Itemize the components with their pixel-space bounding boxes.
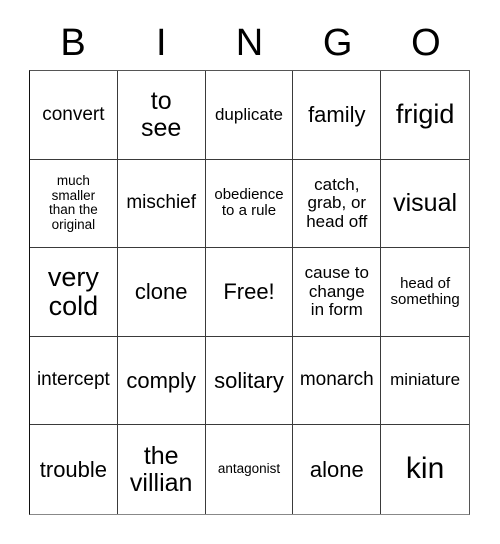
bingo-cell-text: antagonist — [217, 461, 281, 477]
bingo-header-letter-n: N — [235, 22, 264, 64]
bingo-card: B I N G O convert to see duplicate famil… — [0, 0, 500, 544]
bingo-header-letter-b: B — [60, 22, 86, 64]
bingo-cell-text: trouble — [39, 456, 108, 482]
bingo-cell[interactable]: obedience to a rule — [205, 159, 294, 249]
bingo-cell-text: obedience to a rule — [214, 186, 284, 220]
bingo-cell[interactable]: duplicate — [205, 71, 294, 160]
bingo-cell-text: comply — [126, 367, 197, 393]
bingo-cell-text: much smaller than the original — [49, 173, 98, 232]
bingo-cell[interactable]: to see — [117, 71, 206, 160]
bingo-cell[interactable]: clone — [117, 248, 206, 337]
bingo-cell-text: very cold — [47, 261, 99, 321]
bingo-cell-text: kin — [405, 452, 445, 486]
bingo-cell-text: catch, grab, or head off — [306, 174, 368, 231]
bingo-cell[interactable]: mischief — [117, 159, 206, 249]
bingo-cell[interactable]: antagonist — [205, 425, 294, 514]
bingo-cell[interactable]: trouble — [30, 425, 118, 514]
bingo-cell[interactable]: the villian — [117, 425, 206, 514]
bingo-cell-text: visual — [393, 188, 458, 217]
bingo-cell[interactable]: convert — [30, 71, 118, 160]
bingo-cell[interactable]: much smaller than the original — [30, 159, 118, 249]
bingo-cell-text: alone — [309, 456, 364, 482]
bingo-cell[interactable]: comply — [117, 336, 206, 426]
bingo-cell-text: duplicate — [214, 104, 284, 124]
bingo-cell[interactable]: cause to change in form — [293, 248, 382, 337]
bingo-cell-text: to see — [141, 86, 182, 142]
bingo-cell-text: monarch — [299, 369, 374, 391]
bingo-cell[interactable]: family — [293, 71, 382, 160]
bingo-cell[interactable]: monarch — [293, 336, 382, 426]
bingo-cell-text: convert — [42, 103, 105, 125]
bingo-cell-text: head of something — [390, 274, 460, 308]
bingo-cell-text: clone — [134, 279, 188, 305]
bingo-cell[interactable]: alone — [293, 425, 382, 514]
bingo-cell-text: Free! — [223, 279, 275, 305]
bingo-cell-text: cause to change in form — [304, 263, 369, 320]
bingo-cell-free-space[interactable]: Free! — [205, 248, 294, 337]
bingo-cell-text: solitary — [214, 367, 284, 393]
bingo-cell[interactable]: kin — [381, 425, 469, 514]
bingo-cell-text: the villian — [129, 441, 193, 497]
bingo-cell[interactable]: frigid — [381, 71, 469, 160]
bingo-cell[interactable]: solitary — [205, 336, 294, 426]
bingo-cell-text: frigid — [395, 99, 455, 130]
bingo-header-letter-o: O — [411, 22, 441, 64]
bingo-header-row: B I N G O — [29, 16, 470, 70]
bingo-cell[interactable]: intercept — [30, 336, 118, 426]
bingo-cell[interactable]: visual — [381, 159, 469, 249]
bingo-grid: convert to see duplicate family frigid m… — [29, 70, 470, 515]
bingo-header-letter-i: I — [156, 22, 167, 64]
bingo-cell-text: family — [308, 101, 366, 127]
bingo-cell[interactable]: head of something — [381, 248, 469, 337]
bingo-cell-text: intercept — [36, 369, 110, 391]
bingo-cell[interactable]: catch, grab, or head off — [293, 159, 382, 249]
bingo-cell[interactable]: very cold — [30, 248, 118, 337]
bingo-cell-text: miniature — [390, 370, 461, 390]
bingo-cell[interactable]: miniature — [381, 336, 469, 426]
bingo-cell-text: mischief — [126, 192, 197, 214]
bingo-header-letter-g: G — [322, 22, 353, 64]
